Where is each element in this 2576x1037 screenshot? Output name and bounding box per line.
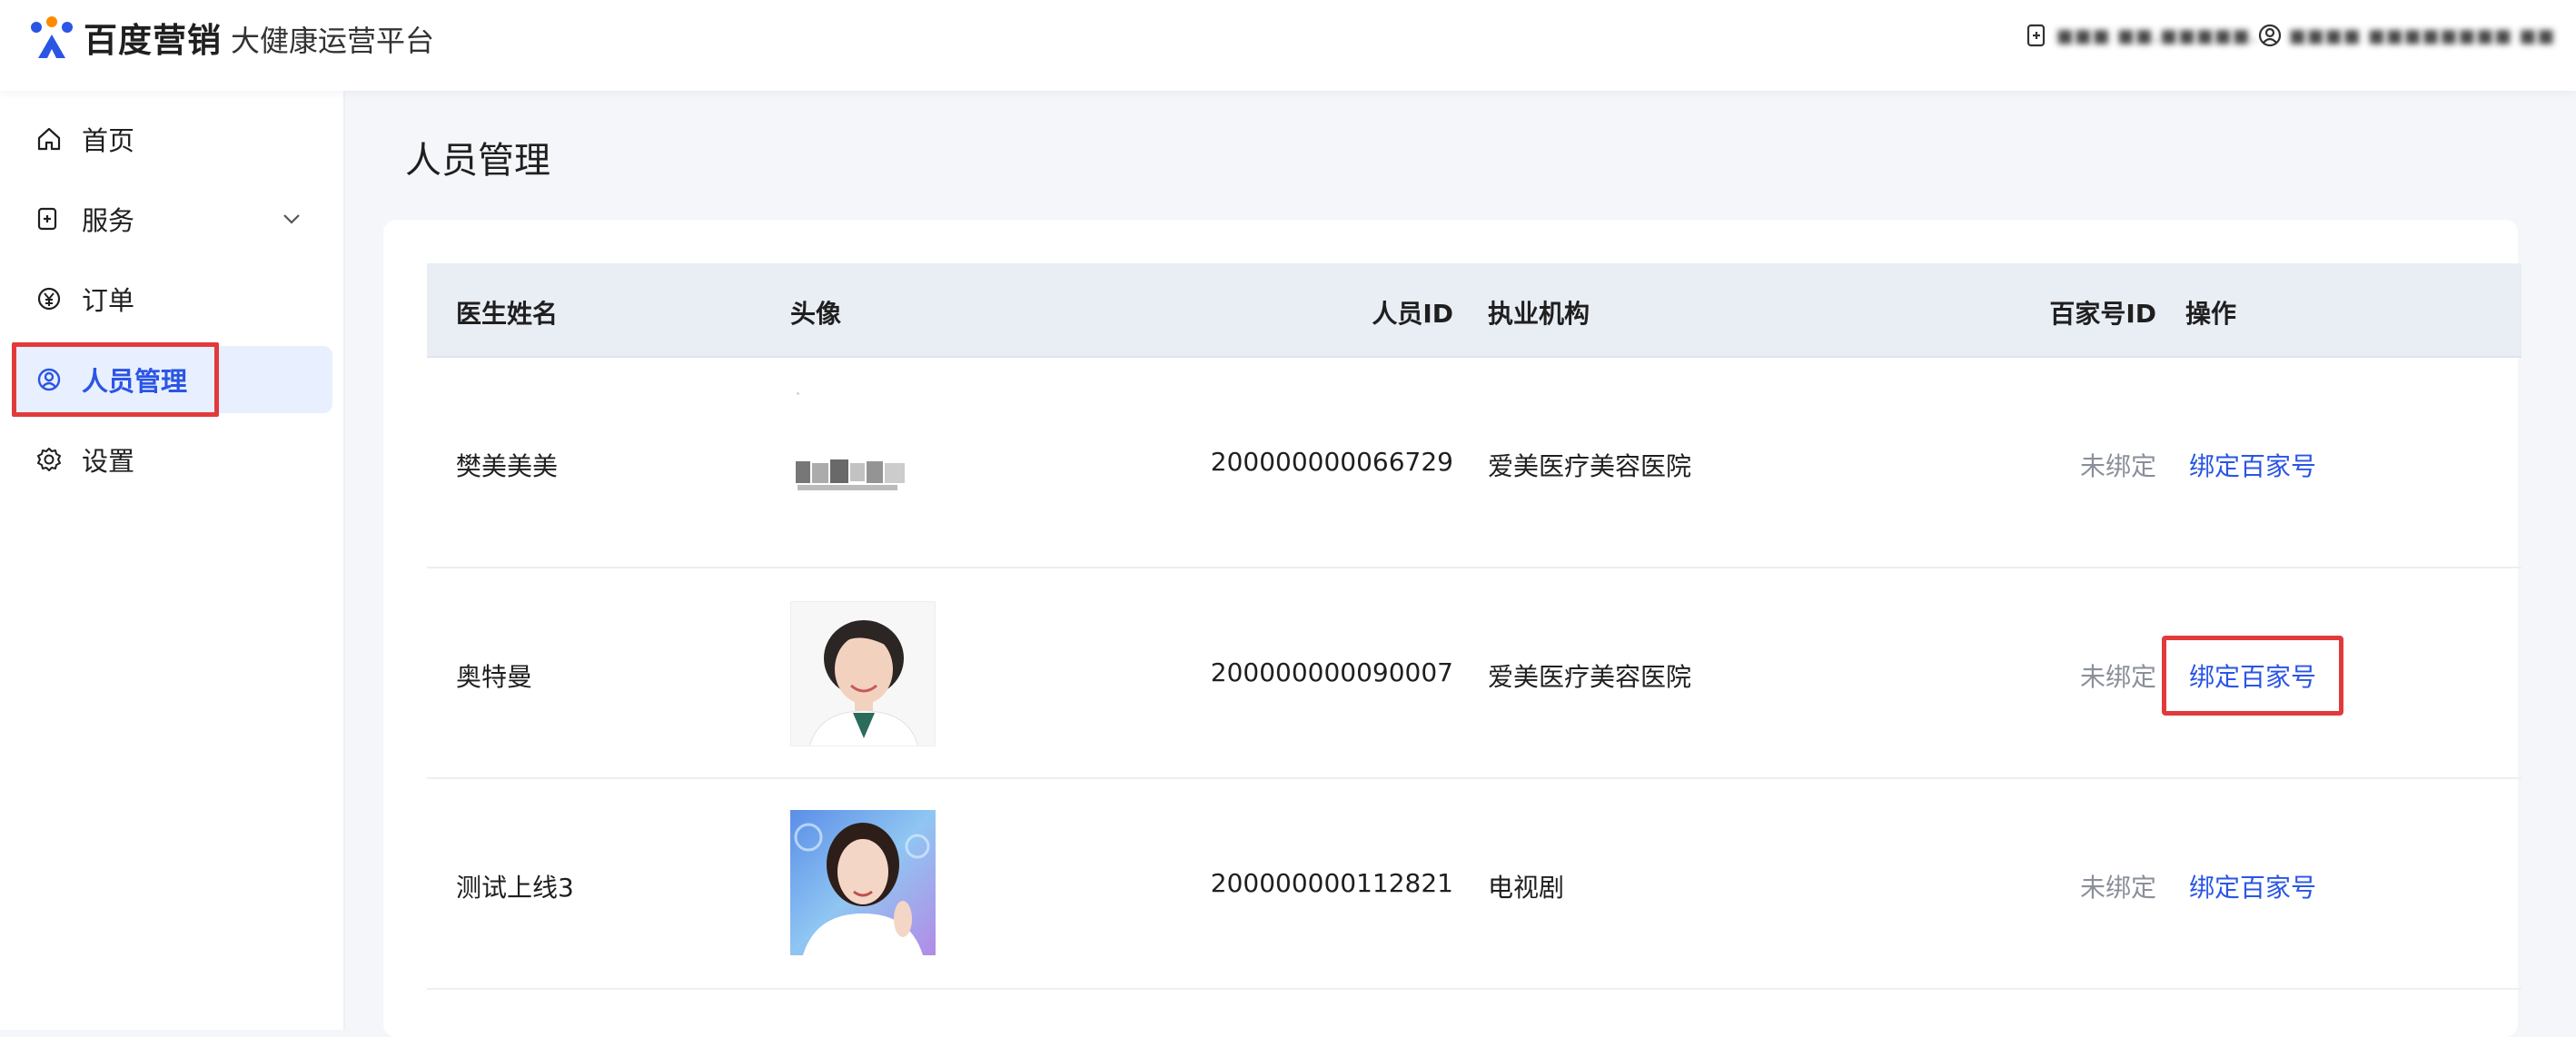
- doctor-name: 奥特曼: [456, 662, 533, 692]
- person-circle-icon: [37, 368, 61, 391]
- column-header-doctor-name: 医生姓名: [456, 299, 559, 329]
- staff-id: 200000000066729: [1210, 447, 1453, 477]
- sidebar-item-orders[interactable]: 订单: [13, 265, 332, 332]
- sidebar-item-label: 人员管理: [82, 366, 188, 397]
- top-bar: 百度营销 大健康运营平台 ■■■ ■■.■■■■■. ■■■■ ■■■■■■■■…: [0, 0, 2576, 91]
- gear-icon: [37, 448, 61, 471]
- bind-baijiahao-button[interactable]: 绑定百家号: [2189, 868, 2316, 904]
- brand-name: 百度营销: [84, 21, 222, 60]
- bind-baijiahao-button[interactable]: 绑定百家号: [2189, 447, 2316, 483]
- sidebar-item-label: 设置: [82, 446, 135, 477]
- staff-id: 200000000112821: [1210, 868, 1453, 898]
- account-switcher[interactable]: ■■■ ■■.■■■■■.: [2024, 22, 2257, 49]
- avatar: [790, 810, 936, 955]
- doctor-portrait-image: [791, 602, 935, 746]
- sidebar-item-service[interactable]: 服务: [13, 185, 332, 252]
- sidebar-item-staff-management[interactable]: 人员管理: [13, 346, 332, 413]
- baijiahao-status: 未绑定: [2079, 451, 2156, 481]
- home-icon: [37, 127, 61, 151]
- chevron-down-icon[interactable]: [278, 205, 305, 232]
- yuan-icon: [37, 287, 61, 311]
- institution: 电视剧: [1488, 873, 1565, 903]
- avatar: [790, 601, 936, 746]
- staff-id: 200000000090007: [1210, 657, 1453, 687]
- column-header-staff-id: 人员ID: [1372, 299, 1453, 329]
- doctor-portrait-image: [790, 810, 936, 955]
- baidu-marketing-logo: [31, 16, 73, 58]
- service-icon: [37, 207, 57, 231]
- svg-text:˄: ˄: [796, 391, 800, 402]
- doctor-name: 樊美美美: [456, 451, 559, 481]
- column-header-institution: 执业机构: [1488, 299, 1590, 329]
- avatar: ˄: [790, 390, 936, 536]
- sidebar-item-home[interactable]: 首页: [13, 105, 332, 173]
- page-title: 人员管理: [405, 140, 550, 182]
- doctor-name: 测试上线3: [456, 873, 574, 903]
- sidebar-item-label: 首页: [82, 125, 135, 156]
- user-menu[interactable]: ■■■■ ■■■■■■■■ ■■: [2256, 22, 2555, 49]
- column-header-action: 操作: [2185, 299, 2237, 329]
- table-row: 樊美美美 ˄ 200000000066729 爱美医疗美容医院 未绑定 绑定百家…: [427, 358, 2522, 568]
- blurred-avatar-image: ˄: [790, 390, 936, 536]
- user-name: ■■■■ ■■■■■■■■ ■■: [2289, 25, 2556, 46]
- table-header: 医生姓名 头像 人员ID 执业机构 百家号ID 操作: [427, 263, 2522, 358]
- institution: 爱美医疗美容医院: [1488, 662, 1692, 692]
- account-icon: [2026, 24, 2046, 47]
- account-name: ■■■ ■■.■■■■■.: [2056, 25, 2258, 46]
- institution: 爱美医疗美容医院: [1488, 451, 1692, 481]
- user-icon: [2258, 24, 2282, 47]
- table-row: 测试上线3 200000000112821 电视剧 未绑定 绑定百家号: [427, 779, 2522, 990]
- bind-baijiahao-button[interactable]: 绑定百家号: [2189, 657, 2316, 694]
- sidebar-item-label: 服务: [82, 205, 135, 236]
- platform-name: 大健康运营平台: [231, 24, 435, 58]
- column-header-avatar: 头像: [790, 299, 842, 329]
- table-row: 奥特曼 200000000090007 爱美医疗美容医院 未绑定 绑定百家号: [427, 568, 2522, 779]
- sidebar-item-label: 订单: [82, 285, 135, 316]
- column-header-baijiahao-id: 百家号ID: [2049, 299, 2156, 329]
- sidebar-item-settings[interactable]: 设置: [13, 426, 332, 493]
- baijiahao-status: 未绑定: [2079, 662, 2156, 692]
- baijiahao-status: 未绑定: [2079, 873, 2156, 903]
